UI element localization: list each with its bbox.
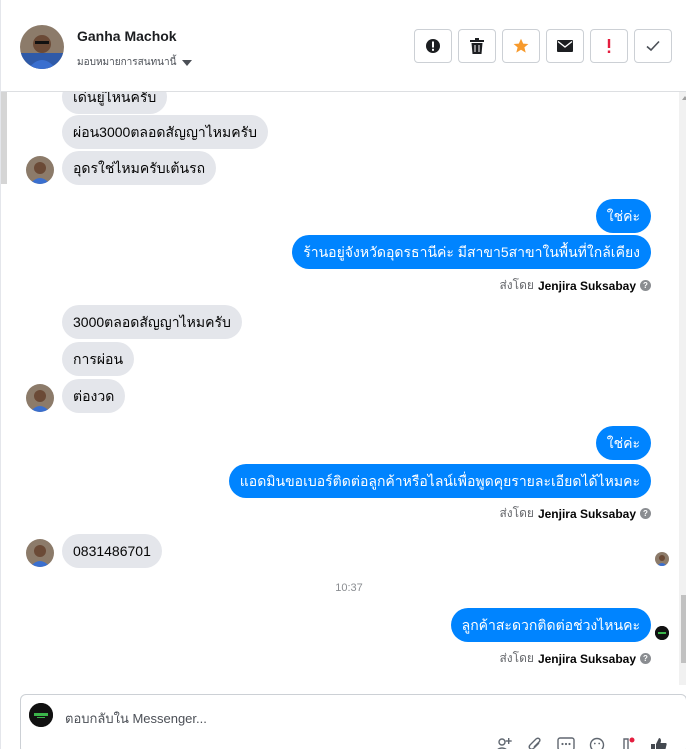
conversation-header: Ganha Machok มอบหมายการสนทนานี้ [1,0,686,92]
thumbs-up-icon[interactable] [650,737,668,749]
agent-name: Jenjira Suksabay [537,278,636,293]
agent-name: Jenjira Suksabay [537,651,636,666]
outgoing-message: ใช่ค่ะ [595,199,651,233]
add-person-icon[interactable] [495,737,513,749]
follow-up-button[interactable] [590,29,628,63]
page-avatar-small [655,626,669,640]
incoming-message: การผ่อน [62,342,135,376]
message-thread[interactable]: เด่นยู่ไหนครับ ผ่อน3000ตลอดสัญญาไหมครับ … [1,92,679,685]
incoming-message: อุดรใช่ไหมครับเต้นรถ [62,151,217,185]
caret-down-icon [182,59,193,66]
assign-label: มอบหมายการสนทนานี้ [77,57,177,68]
reply-input[interactable] [65,709,465,727]
star-icon [513,38,529,53]
mark-unread-button[interactable] [546,29,584,63]
assign-conversation-dropdown[interactable]: มอบหมายการสนทนานี้ [77,55,193,70]
mark-done-button[interactable] [634,29,672,63]
delete-button[interactable] [458,29,496,63]
paperclip-icon[interactable] [526,737,544,749]
incoming-message: 3000ตลอดสัญญาไหมครับ [62,305,242,339]
thread-scrollbar-thumb[interactable] [681,595,686,663]
contact-avatar-small [26,156,54,184]
envelope-icon [557,40,573,52]
contact-avatar-small [26,384,54,412]
agent-name: Jenjira Suksabay [537,506,636,521]
page-avatar [29,703,53,727]
incoming-message: ผ่อน3000ตลอดสัญญาไหมครับ [62,115,269,149]
message-timestamp: 10:37 [335,582,363,594]
incoming-message: เด่นยู่ไหนครับ [62,92,168,114]
sent-by-label: ส่งโดย Jenjira Suksabay ? [499,276,651,295]
sent-by-prefix: ส่งโดย [499,651,534,665]
outgoing-message: ลูกค้าสะดวกติดต่อช่วงไหนคะ [450,608,651,642]
incoming-message: 0831486701 [62,534,162,568]
tag-icon[interactable] [619,737,637,749]
incoming-message: ต่องวด [62,379,126,413]
trash-icon [470,38,484,54]
help-icon[interactable]: ? [640,653,651,664]
scroll-up-arrow-icon[interactable] [682,96,686,100]
check-icon [646,40,660,52]
sent-by-label: ส่งโดย Jenjira Suksabay ? [499,504,651,523]
star-button[interactable] [502,29,540,63]
contact-name[interactable]: Ganha Machok [77,28,177,44]
inbox-conversation-panel: Ganha Machok มอบหมายการสนทนานี้ เด่นยู่ไ… [0,0,686,749]
emoji-icon[interactable] [588,737,606,749]
exclamation-icon [607,39,611,53]
help-icon[interactable]: ? [640,508,651,519]
sent-by-prefix: ส่งโดย [499,506,534,520]
sent-by-prefix: ส่งโดย [499,278,534,292]
outgoing-message: แอดมินขอเบอร์ติดต่อลูกค้าหรือไลน์เพื่อพู… [228,464,651,498]
outgoing-message: ร้านอยู่จังหวัดอุดรธานีค่ะ มีสาขา5สาขาใน… [292,235,651,269]
contact-avatar[interactable] [20,25,64,69]
saved-reply-icon[interactable] [557,737,575,749]
outgoing-message: ใช่ค่ะ [595,426,651,460]
reply-composer [20,694,686,749]
help-icon[interactable]: ? [640,280,651,291]
report-button[interactable] [414,29,452,63]
contact-avatar-small [26,539,54,567]
sent-by-label: ส่งโดย Jenjira Suksabay ? [499,649,651,668]
header-actions [414,29,672,63]
composer-toolbar [495,737,668,749]
exclamation-circle-icon [426,39,440,53]
read-receipt-avatar [655,552,669,566]
